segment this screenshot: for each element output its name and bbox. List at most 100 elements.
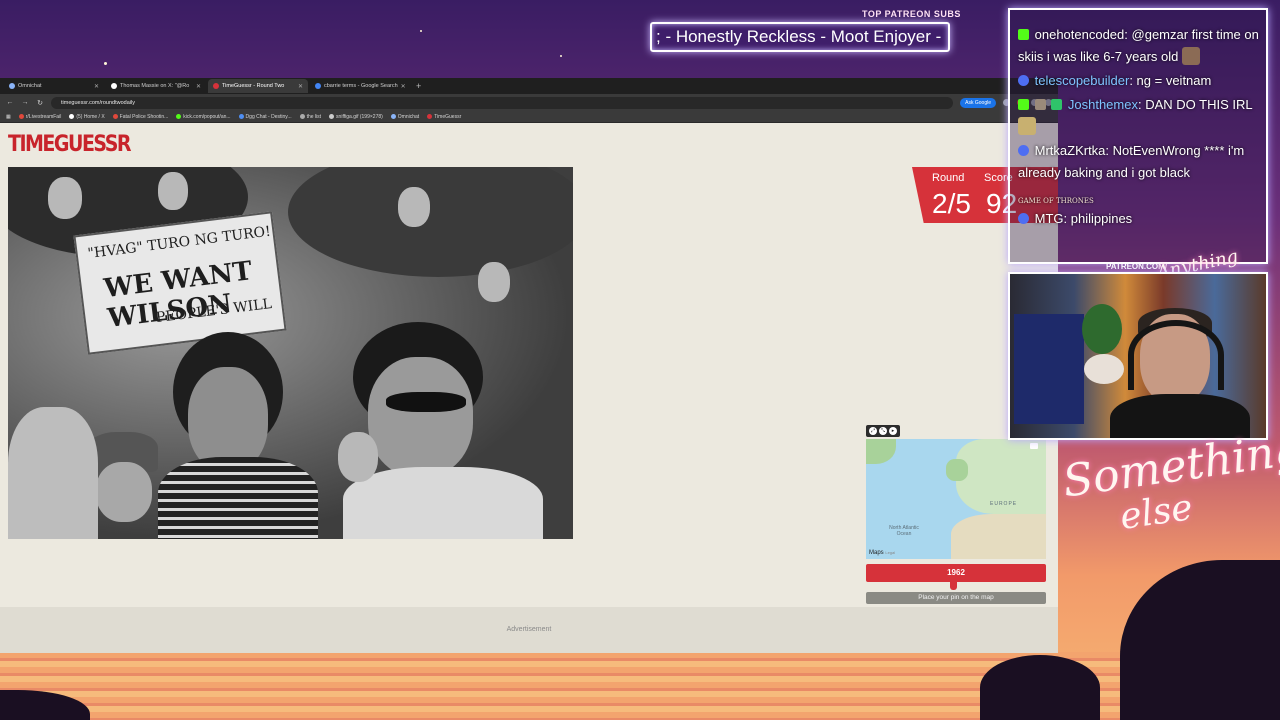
bookmark-label: sniffiga.gif (199×278) xyxy=(336,113,383,120)
maps-label: Maps xyxy=(869,550,884,556)
reload-icon[interactable]: ↻ xyxy=(36,99,44,107)
map-europe-label: EUROPE xyxy=(990,501,1018,507)
bookmark-item[interactable]: Dgg Chat - Destiny... xyxy=(238,113,292,120)
new-tab-button[interactable]: + xyxy=(412,81,425,91)
plant-shape xyxy=(1082,304,1122,354)
greenland-landmass xyxy=(866,439,896,464)
face-shape xyxy=(398,187,430,227)
bookmark-item[interactable]: Omnichat xyxy=(390,113,420,120)
folder-icon xyxy=(299,114,305,119)
ask-google-button[interactable]: Ask Google xyxy=(960,97,996,108)
twitch-badge-icon xyxy=(1018,213,1029,224)
year-slider[interactable]: 1962 xyxy=(866,564,1046,582)
bookmarks-bar: ▦ r/LivestreamFail (5) Home / X Fatal Po… xyxy=(0,111,1058,123)
browser-window: Omnichat ✕ Thomas Massie on X: "@Ro ✕ Ti… xyxy=(0,78,1058,653)
star-decoration xyxy=(420,30,422,32)
map-expand-icon[interactable]: ⤢ xyxy=(869,427,877,435)
bookmark-label: the list xyxy=(306,113,322,120)
bookmark-item[interactable]: kick.com/popout/an... xyxy=(176,113,231,120)
bookmark-label: Omnichat xyxy=(397,113,420,120)
tab-label: TimeGuessr - Round Two xyxy=(222,83,285,89)
chat-text: ng = veitnam xyxy=(1136,73,1212,88)
plant-pot-shape xyxy=(1084,354,1124,384)
kick-badge-icon xyxy=(1018,99,1029,110)
bookmark-item[interactable]: (5) Home / X xyxy=(69,113,105,120)
chat-message: Joshthemex: DAN DO THIS IRL xyxy=(1018,94,1266,138)
something-else-logo-line2: else xyxy=(1117,487,1196,538)
omnichat-favicon-icon xyxy=(9,83,15,89)
legal-link[interactable]: Legal xyxy=(885,550,895,555)
x-icon xyxy=(69,114,75,119)
bookmark-item[interactable]: the list xyxy=(299,113,322,120)
guess-map[interactable]: EUROPE North Atlantic Ocean Maps Legal xyxy=(866,439,1046,559)
image-icon xyxy=(329,114,335,119)
emote-icon xyxy=(1018,117,1036,135)
bookmark-item[interactable]: Fatal Police Shootin... xyxy=(112,113,169,120)
tab-google-search[interactable]: cbarrie terms - Google Search ✕ xyxy=(310,79,410,93)
bookmark-item[interactable]: sniffiga.gif (199×278) xyxy=(329,114,383,120)
palm-silhouette xyxy=(980,655,1100,720)
forward-icon[interactable]: → xyxy=(21,99,29,106)
google-favicon-icon xyxy=(315,83,321,89)
round-value: 2/5 xyxy=(932,188,971,219)
face-shape xyxy=(96,462,152,522)
timeguessr-icon xyxy=(427,114,433,119)
twitch-badge-icon xyxy=(1018,145,1029,156)
close-tab-icon[interactable]: ✕ xyxy=(401,83,406,90)
url-field[interactable]: timeguessr.com/roundtwodaily xyxy=(51,96,954,109)
chat-username: MrtkaZKrtka xyxy=(1034,143,1106,158)
sub-badge-icon xyxy=(1051,99,1063,110)
map-shrink-icon[interactable]: ⤡ xyxy=(879,427,887,435)
back-icon[interactable]: ← xyxy=(6,99,14,106)
address-bar: ← → ↻ timeguessr.com/roundtwodaily Ask G… xyxy=(0,94,1058,111)
apple-maps-attribution: Maps Legal xyxy=(869,550,895,556)
bookmark-item[interactable]: TimeGuessr xyxy=(427,114,461,120)
chat-message: MTG: philippines xyxy=(1018,208,1266,230)
round-photo: "HVAG" TURO NG TURO! WE WANT WILSON PEOP… xyxy=(8,167,573,539)
close-tab-icon[interactable]: ✕ xyxy=(298,83,303,90)
chat-username: telescopebuilder xyxy=(1034,73,1130,88)
white-shirt xyxy=(343,467,543,539)
chat-text: DAN DO THIS IRL xyxy=(1145,97,1253,112)
striped-shirt xyxy=(158,457,318,539)
bookmark-label: TimeGuessr xyxy=(434,113,462,120)
timeguessr-favicon-icon xyxy=(213,83,219,89)
bookmark-label: kick.com/popout/an... xyxy=(183,113,231,120)
bookmark-label: Fatal Police Shootin... xyxy=(119,113,169,120)
face-shape xyxy=(338,432,378,482)
tab-label: Omnichat xyxy=(18,83,42,89)
kick-icon xyxy=(176,114,182,119)
face-shape xyxy=(48,177,82,219)
tab-timeguessr[interactable]: TimeGuessr - Round Two ✕ xyxy=(208,79,308,93)
chat-message: onehotencoded: @gemzar first time on ski… xyxy=(1018,27,1259,65)
emote-icon xyxy=(1182,47,1201,65)
africa-landmass xyxy=(951,514,1046,559)
close-tab-icon[interactable]: ✕ xyxy=(94,83,99,90)
apps-grid-icon[interactable]: ▦ xyxy=(6,114,11,120)
palm-silhouette xyxy=(1120,560,1280,720)
map-pin-icon[interactable]: ▸ xyxy=(889,427,897,435)
bookmark-label: (5) Home / X xyxy=(76,113,105,120)
face-shape xyxy=(368,357,473,477)
tab-omnichat[interactable]: Omnichat ✕ xyxy=(4,79,104,93)
face-shape xyxy=(158,172,188,210)
map-controls: ⤢ ⤡ ▸ xyxy=(866,425,900,437)
chat-overlay: onehotencoded: @gemzar first time on ski… xyxy=(1008,8,1268,264)
place-pin-button[interactable]: Place your pin on the map xyxy=(866,592,1046,604)
map-ocean-label: North Atlantic Ocean xyxy=(889,525,919,537)
close-tab-icon[interactable]: ✕ xyxy=(196,83,201,90)
map-layers-icon[interactable] xyxy=(1030,443,1038,449)
reddit-icon xyxy=(18,114,24,119)
bookmark-item[interactable]: r/LivestreamFail xyxy=(18,114,61,120)
twitch-badge-icon xyxy=(1018,75,1029,86)
chat-text: philippines xyxy=(1070,211,1133,226)
bookmark-label: Dgg Chat - Destiny... xyxy=(245,113,292,120)
shelf-shape xyxy=(1014,314,1084,424)
sunglasses-shape xyxy=(386,392,466,412)
sub-badge-icon xyxy=(1034,99,1046,110)
bookmark-favicon-icon xyxy=(112,114,118,119)
year-slider-handle[interactable] xyxy=(950,582,957,590)
timeguessr-logo[interactable]: TIMEGUESSR xyxy=(8,131,132,156)
tab-x-post[interactable]: Thomas Massie on X: "@Ro ✕ xyxy=(106,79,206,93)
omnichat-icon xyxy=(390,114,396,119)
